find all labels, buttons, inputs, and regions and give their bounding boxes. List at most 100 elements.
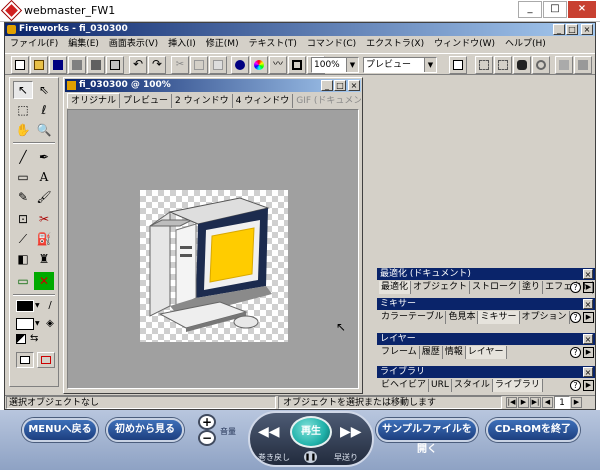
from-start-button[interactable]: 初めから見る <box>106 418 184 442</box>
tab-history[interactable]: 履歴 <box>420 346 443 359</box>
redo-icon[interactable]: ↷ <box>148 56 166 74</box>
end-cdrom-button[interactable]: CD-ROMを終了 <box>486 418 580 442</box>
menu-window[interactable]: ウィンドウ(W) <box>429 37 500 51</box>
outer-close-button[interactable]: × <box>568 1 596 18</box>
menu-text[interactable]: テキスト(T) <box>244 37 302 51</box>
outer-minimize-button[interactable]: _ <box>518 1 542 18</box>
menu-view[interactable]: 画面表示(V) <box>104 37 163 51</box>
open-folder-icon[interactable] <box>30 56 48 74</box>
undo-icon[interactable]: ↶ <box>129 56 147 74</box>
menu-file[interactable]: ファイル(F) <box>5 37 63 51</box>
import-icon[interactable] <box>68 56 86 74</box>
standard-view-button[interactable] <box>16 352 34 368</box>
group-icon[interactable] <box>532 56 550 74</box>
app-minimize-button[interactable]: _ <box>553 24 565 35</box>
frame-prev-button[interactable]: ◀ <box>542 397 553 408</box>
panel-menu-arrow-icon[interactable]: ▶ <box>583 282 594 293</box>
tab-mixer[interactable]: ミキサー <box>478 311 520 324</box>
distribute-icon[interactable] <box>494 56 512 74</box>
pause-icon[interactable]: ❚❚ <box>304 451 317 463</box>
lasso-tool-icon[interactable]: ℓ <box>34 101 54 119</box>
rewind-icon[interactable]: ◀◀ <box>258 424 280 440</box>
open-sample-button[interactable]: サンプルファイルを開く <box>376 418 478 455</box>
color-wheel-icon[interactable] <box>250 56 268 74</box>
fast-forward-icon[interactable]: ▶▶ <box>340 424 362 440</box>
print-icon[interactable] <box>106 56 124 74</box>
play-button[interactable]: 再生 <box>290 416 332 448</box>
doc-maximize-button[interactable]: □ <box>334 80 346 91</box>
marquee-tool-icon[interactable]: ⬚ <box>13 101 33 119</box>
rectangle-tool-icon[interactable]: ▭ <box>13 168 33 186</box>
arrange-back-icon[interactable] <box>574 56 592 74</box>
eraser-tool-icon[interactable]: ◧ <box>13 250 33 268</box>
tab-url[interactable]: URL <box>429 379 452 392</box>
zoom-select[interactable]: 100% ▼ <box>311 57 359 73</box>
save-disk-icon[interactable] <box>49 56 67 74</box>
frame-first-button[interactable]: |◀ <box>506 397 517 408</box>
brush-tool-icon[interactable]: 🖌 <box>34 188 54 206</box>
panel-help-icon[interactable]: ? <box>570 380 581 391</box>
app-close-button[interactable]: × <box>581 24 593 35</box>
copy-icon[interactable] <box>190 56 208 74</box>
tab-behaviors[interactable]: ビヘイビア <box>379 379 430 392</box>
close-icon[interactable]: × <box>583 334 593 344</box>
tab-original[interactable]: オリジナル <box>67 93 121 108</box>
panel-help-icon[interactable]: ? <box>570 347 581 358</box>
new-file-icon[interactable] <box>11 56 29 74</box>
menu-edit[interactable]: 編集(E) <box>63 37 104 51</box>
panel-menu-arrow-icon[interactable]: ▶ <box>583 312 594 323</box>
subselect-tool-icon[interactable]: ⇖ <box>34 81 54 99</box>
swap-colors-icon[interactable]: ⇆ <box>30 333 38 344</box>
fill-color-swatch[interactable] <box>16 318 34 330</box>
close-icon[interactable]: × <box>583 299 593 309</box>
menu-help[interactable]: ヘルプ(H) <box>500 37 551 51</box>
stroke-color-swatch[interactable] <box>16 300 34 312</box>
align-icon[interactable] <box>475 56 493 74</box>
tab-library[interactable]: ライブラリ <box>492 379 543 392</box>
frame-next-button[interactable]: ▶ <box>571 397 582 408</box>
tab-layers[interactable]: レイヤー <box>465 346 507 359</box>
rubber-stamp-tool-icon[interactable]: ♜ <box>34 250 54 268</box>
pointer-tool-icon[interactable]: ↖ <box>13 81 33 99</box>
hand-tool-icon[interactable]: ✋ <box>13 121 33 139</box>
tab-2-up[interactable]: 2 ウィンドウ <box>172 94 233 108</box>
export-icon[interactable] <box>87 56 105 74</box>
app-maximize-button[interactable]: □ <box>566 24 578 35</box>
preview-select[interactable]: プレビュー ▼ <box>363 57 437 73</box>
frame-play-button[interactable]: ▶ <box>518 397 529 408</box>
volume-down-icon[interactable]: − <box>198 430 216 446</box>
arrange-front-icon[interactable] <box>555 56 573 74</box>
panel-help-icon[interactable]: ? <box>570 282 581 293</box>
panel-menu-arrow-icon[interactable]: ▶ <box>583 380 594 391</box>
tab-frames[interactable]: フレーム <box>379 346 420 359</box>
menu-xtras[interactable]: エクストラ(X) <box>361 37 429 51</box>
eyedropper-tool-icon[interactable]: ⟋ <box>13 230 33 248</box>
frame-last-button[interactable]: ▶| <box>530 397 541 408</box>
volume-up-icon[interactable]: + <box>198 414 216 430</box>
tab-color-table[interactable]: カラーテーブル <box>379 311 447 324</box>
tab-fill[interactable]: 塗り <box>520 281 544 294</box>
panel-menu-arrow-icon[interactable]: ▶ <box>583 347 594 358</box>
pencil-tool-icon[interactable]: ✎ <box>13 188 33 206</box>
menu-back-button[interactable]: MENUへ戻る <box>22 418 98 442</box>
zoom-tool-icon[interactable]: 🔍 <box>34 121 54 139</box>
cut-icon[interactable]: ✂ <box>171 56 189 74</box>
close-icon[interactable]: × <box>583 269 593 279</box>
tab-stroke[interactable]: ストローク <box>470 281 521 294</box>
text-tool-icon[interactable]: A <box>34 168 54 186</box>
tab-4-up[interactable]: 4 ウィンドウ <box>233 94 294 108</box>
pen-tool-icon[interactable]: ✒ <box>34 148 54 166</box>
menu-modify[interactable]: 修正(M) <box>201 37 244 51</box>
hotspot-tool-icon[interactable]: ✕ <box>34 272 54 290</box>
stroke-icon[interactable]: 〰 <box>269 56 287 74</box>
line-tool-icon[interactable]: ╱ <box>13 148 33 166</box>
slice-tool-icon[interactable]: ▭ <box>13 272 33 290</box>
tab-object[interactable]: オブジェクト <box>411 281 471 294</box>
paint-bucket-tool-icon[interactable]: ⛽ <box>34 230 54 248</box>
tab-options[interactable]: オプション <box>520 311 570 324</box>
menu-insert[interactable]: 挿入(I) <box>163 37 201 51</box>
tab-optimize[interactable]: 最適化 <box>379 281 412 294</box>
doc-close-button[interactable]: × <box>348 80 360 91</box>
panel-help-icon[interactable]: ? <box>570 312 581 323</box>
menu-commands[interactable]: コマンド(C) <box>302 37 361 51</box>
